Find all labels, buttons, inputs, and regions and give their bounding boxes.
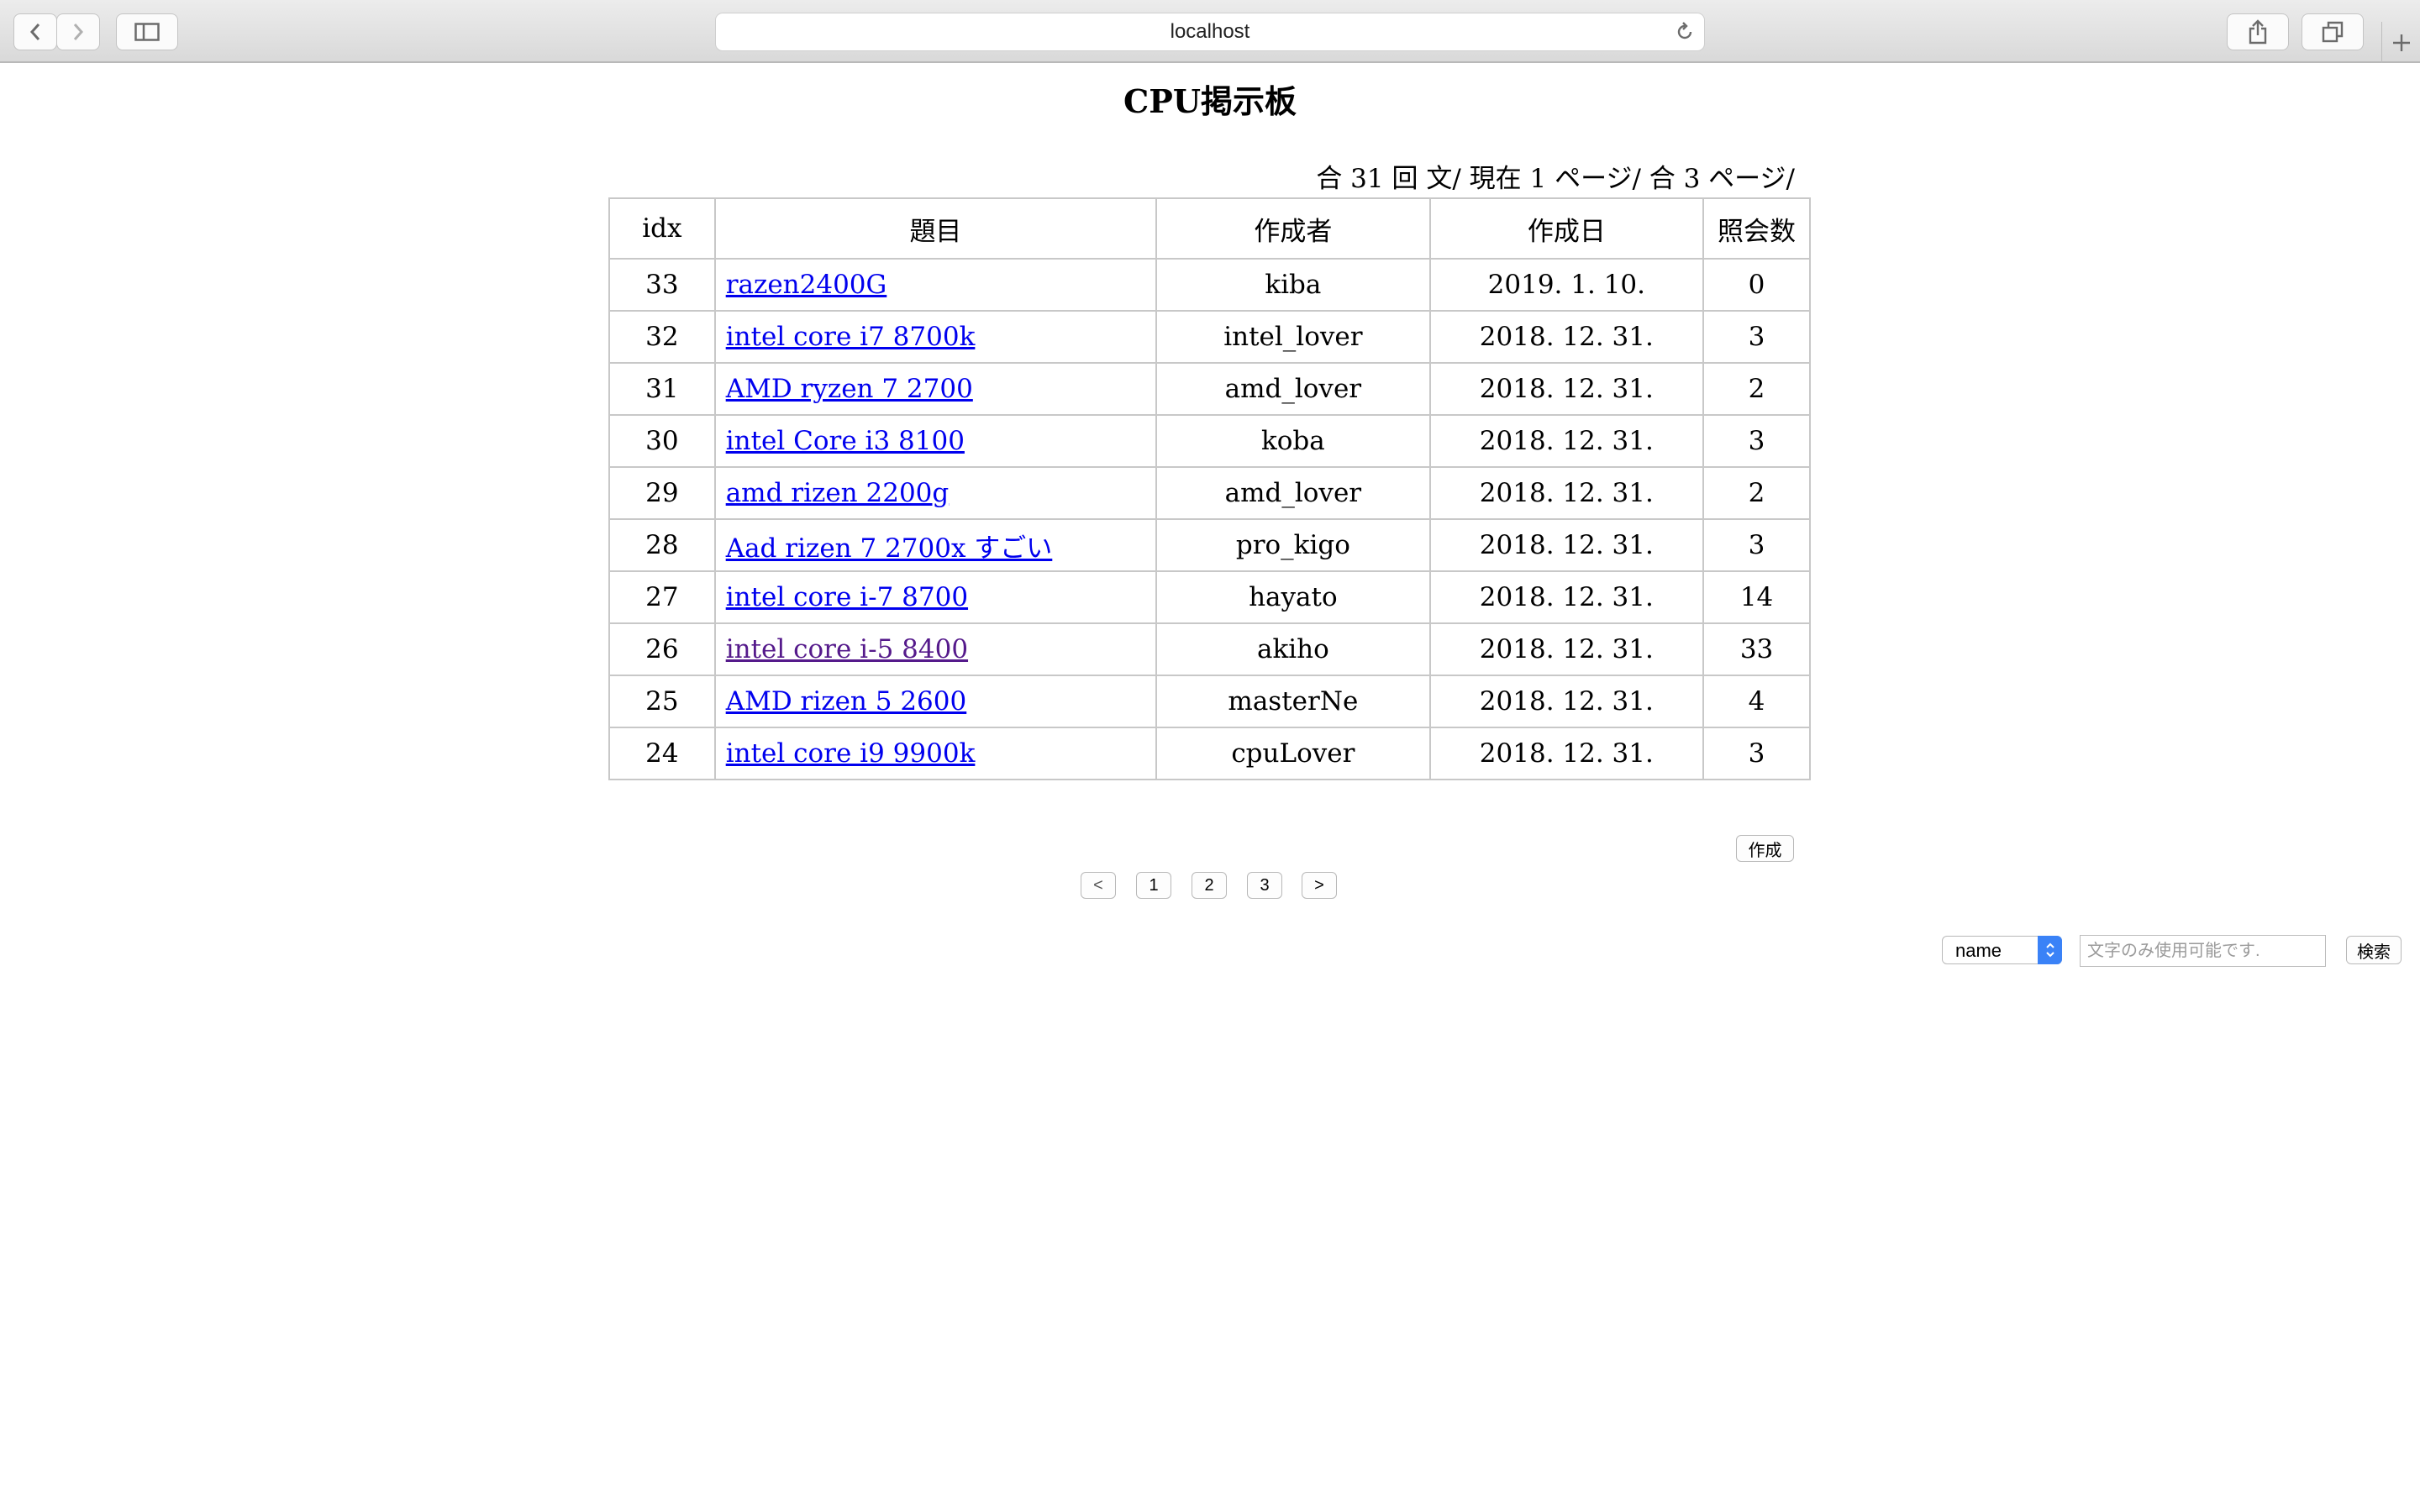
page-button-1[interactable]: 1 — [1136, 872, 1171, 899]
post-date: 2018. 12. 31. — [1428, 414, 1705, 468]
post-author: koba — [1155, 414, 1431, 468]
address-bar[interactable]: localhost — [715, 13, 1705, 51]
post-author: masterNe — [1155, 675, 1431, 728]
page-button-2[interactable]: 2 — [1192, 872, 1227, 899]
post-author: cpuLover — [1155, 727, 1431, 780]
post-views: 14 — [1702, 570, 1811, 624]
post-date: 2018. 12. 31. — [1428, 310, 1705, 364]
browser-toolbar: localhost — [0, 0, 2420, 63]
column-header-title: 題目 — [713, 197, 1158, 260]
sidebar-button[interactable] — [116, 13, 178, 50]
tabs-overview-button[interactable] — [2302, 13, 2364, 50]
table-header-row: idx 題目 作成者 作成日 照会数 — [608, 197, 1811, 260]
post-author: intel_lover — [1155, 310, 1431, 364]
post-idx: 29 — [608, 466, 716, 520]
post-views: 33 — [1702, 622, 1811, 676]
post-title-link[interactable]: razen2400G — [726, 270, 887, 300]
chevron-right-icon — [73, 24, 84, 40]
table-row: 31 AMD ryzen 7 2700 amd_lover 2018. 12. … — [608, 362, 1811, 416]
post-summary: 合 31 回 文/ 現在 1 ページ/ 合 3 ページ/ — [1316, 164, 1795, 194]
column-header-views: 照会数 — [1702, 197, 1811, 260]
post-views: 2 — [1702, 362, 1811, 416]
next-page-button[interactable]: > — [1302, 872, 1337, 899]
post-date: 2018. 12. 31. — [1428, 727, 1705, 780]
forward-button[interactable] — [56, 13, 100, 50]
post-idx: 28 — [608, 518, 716, 572]
chevron-left-icon — [29, 24, 40, 40]
url-text: localhost — [1170, 20, 1250, 43]
column-header-author: 作成者 — [1155, 197, 1431, 260]
post-title-link[interactable]: AMD ryzen 7 2700 — [726, 374, 973, 404]
post-title-link[interactable]: Aad rizen 7 2700x すごい — [726, 533, 1053, 564]
post-idx: 27 — [608, 570, 716, 624]
reload-icon — [1677, 22, 1692, 39]
reload-button[interactable] — [1674, 21, 1696, 49]
post-views: 0 — [1702, 258, 1811, 312]
post-idx: 32 — [608, 310, 716, 364]
post-idx: 25 — [608, 675, 716, 728]
table-row: 30 intel Core i3 8100 koba 2018. 12. 31.… — [608, 414, 1811, 468]
create-post-button[interactable]: 作成 — [1736, 835, 1794, 862]
page-title: CPU掲示板 — [1123, 82, 1297, 120]
post-author: kiba — [1155, 258, 1431, 312]
post-title-link[interactable]: intel core i-5 8400 — [726, 634, 968, 664]
post-views: 3 — [1702, 518, 1811, 572]
post-idx: 24 — [608, 727, 716, 780]
search-input[interactable] — [2080, 935, 2326, 967]
table-row: 27 intel core i-7 8700 hayato 2018. 12. … — [608, 570, 1811, 624]
table-row: 24 intel core i9 9900k cpuLover 2018. 12… — [608, 727, 1811, 780]
post-idx: 30 — [608, 414, 716, 468]
post-date: 2019. 1. 10. — [1428, 258, 1705, 312]
new-tab-button[interactable] — [2381, 22, 2420, 63]
post-title-link[interactable]: intel core i-7 8700 — [726, 582, 968, 612]
share-icon — [2249, 19, 2267, 45]
back-button[interactable] — [13, 13, 57, 50]
tabs-icon — [2322, 21, 2344, 43]
post-title-link[interactable]: intel core i9 9900k — [726, 738, 976, 769]
post-views: 4 — [1702, 675, 1811, 728]
post-date: 2018. 12. 31. — [1428, 675, 1705, 728]
table-row: 33 razen2400G kiba 2019. 1. 10. 0 — [608, 258, 1811, 312]
search-button[interactable]: 検索 — [2346, 936, 2402, 964]
post-author: amd_lover — [1155, 362, 1431, 416]
post-idx: 26 — [608, 622, 716, 676]
share-button[interactable] — [2227, 13, 2289, 50]
post-views: 3 — [1702, 414, 1811, 468]
search-field-value: name — [1955, 940, 2002, 961]
post-idx: 31 — [608, 362, 716, 416]
post-author: pro_kigo — [1155, 518, 1431, 572]
post-views: 3 — [1702, 310, 1811, 364]
table-row: 28 Aad rizen 7 2700x すごい pro_kigo 2018. … — [608, 518, 1811, 572]
post-author: amd_lover — [1155, 466, 1431, 520]
prev-page-button[interactable]: < — [1081, 872, 1116, 899]
post-date: 2018. 12. 31. — [1428, 570, 1705, 624]
post-idx: 33 — [608, 258, 716, 312]
post-title-link[interactable]: intel Core i3 8100 — [726, 426, 965, 456]
table-row: 26 intel core i-5 8400 akiho 2018. 12. 3… — [608, 622, 1811, 676]
post-title-link[interactable]: AMD rizen 5 2600 — [726, 686, 967, 717]
sidebar-icon — [134, 23, 160, 41]
post-title-link[interactable]: intel core i7 8700k — [726, 322, 976, 352]
table-row: 25 AMD rizen 5 2600 masterNe 2018. 12. 3… — [608, 675, 1811, 728]
post-date: 2018. 12. 31. — [1428, 622, 1705, 676]
post-views: 3 — [1702, 727, 1811, 780]
column-header-idx: idx — [608, 197, 716, 260]
board-table: idx 題目 作成者 作成日 照会数 33 razen2400G kiba 20… — [608, 197, 1811, 780]
select-arrows-icon — [2038, 936, 2062, 964]
table-row: 32 intel core i7 8700k intel_lover 2018.… — [608, 310, 1811, 364]
page-button-3[interactable]: 3 — [1247, 872, 1282, 899]
post-date: 2018. 12. 31. — [1428, 518, 1705, 572]
post-author: akiho — [1155, 622, 1431, 676]
column-header-date: 作成日 — [1428, 197, 1705, 260]
post-views: 2 — [1702, 466, 1811, 520]
post-author: hayato — [1155, 570, 1431, 624]
search-field-select[interactable]: name — [1942, 936, 2062, 964]
post-title-link[interactable]: amd rizen 2200g — [726, 478, 950, 508]
post-date: 2018. 12. 31. — [1428, 362, 1705, 416]
plus-icon — [2393, 34, 2410, 51]
table-row: 29 amd rizen 2200g amd_lover 2018. 12. 3… — [608, 466, 1811, 520]
post-date: 2018. 12. 31. — [1428, 466, 1705, 520]
